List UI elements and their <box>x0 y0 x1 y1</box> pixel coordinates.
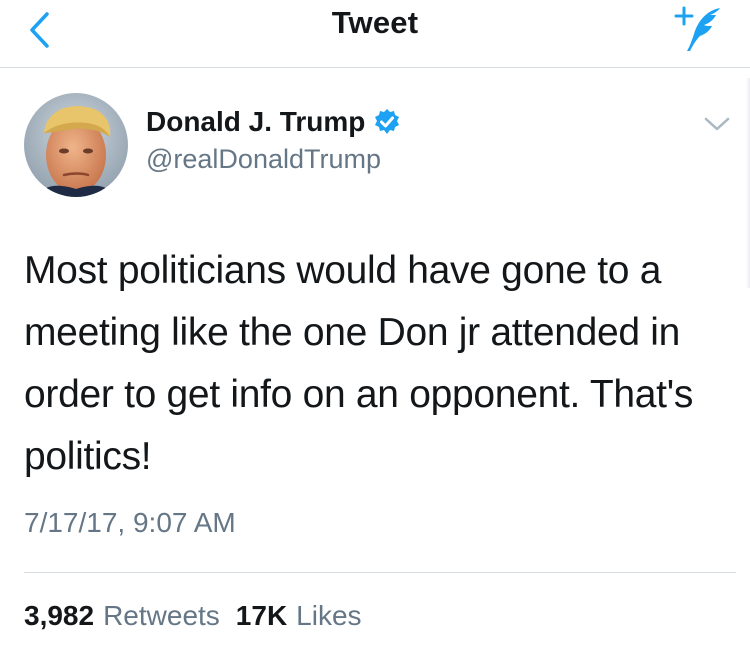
page-title: Tweet <box>331 5 419 40</box>
likes-stat[interactable]: 17K Likes <box>236 600 362 632</box>
tweet-options-button[interactable] <box>702 112 732 136</box>
tweet-stats: 3,982 Retweets 17K Likes <box>24 600 362 632</box>
avatar[interactable] <box>24 93 128 197</box>
navigation-bar: Tweet <box>0 0 750 68</box>
compose-tweet-icon <box>674 6 720 51</box>
profile-photo <box>24 93 128 197</box>
likes-count: 17K <box>235 600 288 631</box>
retweets-label: Retweets <box>103 600 220 631</box>
divider <box>24 572 736 573</box>
verified-badge-icon <box>373 108 401 136</box>
tweet-text: Most politicians would have gone to a me… <box>24 249 694 478</box>
retweets-count: 3,982 <box>24 600 95 631</box>
retweets-stat[interactable]: 3,982 Retweets <box>24 600 220 632</box>
compose-tweet-button[interactable] <box>670 4 726 54</box>
author-name-text: Donald J. Trump <box>146 106 366 137</box>
chevron-down-icon <box>704 117 730 131</box>
author-handle[interactable]: @realDonaldTrump <box>146 144 381 175</box>
likes-label: Likes <box>296 600 362 631</box>
author-name[interactable]: Donald J. Trump <box>146 106 401 138</box>
scroll-edge-shadow <box>746 78 750 288</box>
tweet-timestamp: 7/17/17, 9:07 AM <box>24 507 236 538</box>
